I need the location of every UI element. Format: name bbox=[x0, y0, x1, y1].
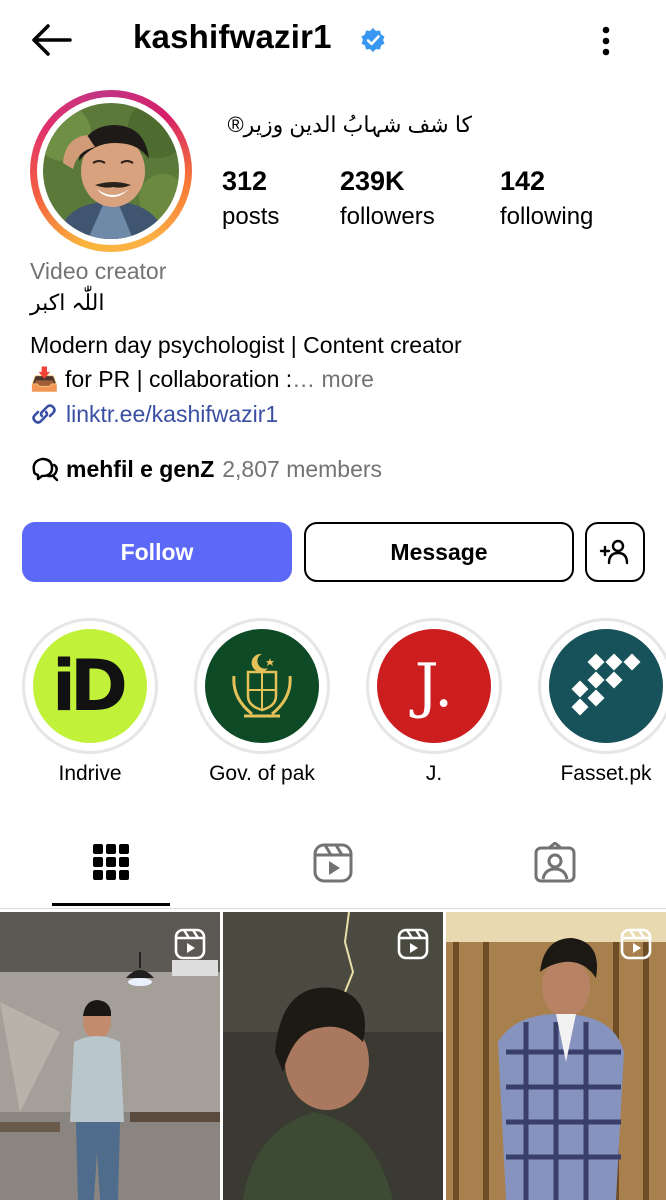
highlight-gov-of-pak[interactable] bbox=[194, 618, 330, 754]
following-count: 142 bbox=[500, 166, 546, 196]
followers-label: followers bbox=[340, 203, 435, 230]
indrive-logo: iD bbox=[33, 629, 147, 743]
post-thumbnail[interactable] bbox=[0, 912, 220, 1200]
link-icon bbox=[32, 404, 56, 424]
top-bar: kashifwazir1 bbox=[0, 0, 666, 82]
add-person-icon bbox=[599, 539, 629, 565]
bio-line-2-text: for PR | collaboration : bbox=[58, 366, 293, 392]
bio-line-1: Modern day psychologist | Content creato… bbox=[30, 332, 462, 358]
profile-category: Video creator bbox=[30, 258, 167, 284]
bio-link[interactable]: linktr.ee/kashifwazir1 bbox=[30, 400, 278, 428]
following-label: following bbox=[500, 203, 594, 230]
reel-icon bbox=[397, 928, 429, 960]
reel-icon bbox=[174, 928, 206, 960]
follow-button[interactable]: Follow bbox=[22, 522, 292, 582]
highlight-label: J. bbox=[425, 762, 443, 785]
more-vertical-icon[interactable] bbox=[592, 22, 620, 60]
highlight-label: Fasset.pk bbox=[560, 762, 652, 785]
channel-members: 2,807 members bbox=[222, 455, 383, 482]
bio-arabic-line: اللّٰہ اکبر bbox=[30, 290, 105, 315]
inbox-tray-emoji: 📥 bbox=[30, 366, 59, 392]
message-button[interactable]: Message bbox=[304, 522, 574, 582]
verified-badge-icon bbox=[360, 27, 386, 53]
avatar[interactable] bbox=[43, 103, 179, 239]
highlight-label: Gov. of pak bbox=[209, 762, 315, 785]
highlight-fasset[interactable] bbox=[538, 618, 666, 754]
bio-line-2: 📥 for PR | collaboration :… more bbox=[30, 366, 374, 393]
post-thumbnail[interactable] bbox=[223, 912, 443, 1200]
followers-count: 239K bbox=[340, 166, 405, 196]
profile-username: kashifwazir1 bbox=[133, 18, 332, 55]
highlight-indrive[interactable]: iD bbox=[22, 618, 158, 754]
add-person-button[interactable] bbox=[585, 522, 645, 582]
broadcast-channel[interactable]: mehfil e genZ 2,807 members bbox=[30, 455, 382, 483]
grid-icon[interactable] bbox=[91, 842, 131, 887]
posts-label: posts bbox=[222, 203, 280, 230]
bio-link-text: linktr.ee/kashifwazir1 bbox=[66, 400, 279, 427]
highlight-j[interactable]: J. bbox=[366, 618, 502, 754]
posts-count: 312 bbox=[222, 166, 268, 196]
following-stat[interactable]: 142 following bbox=[500, 166, 593, 231]
highlight-label: Indrive bbox=[58, 762, 122, 785]
followers-stat[interactable]: 239K followers bbox=[340, 166, 435, 231]
profile-tabs bbox=[0, 828, 666, 909]
tagged-icon[interactable] bbox=[533, 841, 577, 889]
fasset-logo bbox=[549, 629, 663, 743]
reel-icon bbox=[620, 928, 652, 960]
arrow-left-icon[interactable] bbox=[26, 20, 78, 60]
active-tab-indicator bbox=[52, 903, 170, 906]
post-thumbnail[interactable] bbox=[446, 912, 666, 1200]
chat-bubbles-icon bbox=[32, 457, 59, 482]
j-logo: J. bbox=[377, 629, 491, 743]
pakistan-emblem-icon bbox=[205, 629, 319, 743]
bio-more-link[interactable]: … more bbox=[292, 366, 374, 392]
posts-stat[interactable]: 312 posts bbox=[222, 166, 279, 231]
channel-name: mehfil e genZ bbox=[66, 455, 215, 482]
reels-icon[interactable] bbox=[312, 842, 354, 889]
profile-full-name: کا شف شہابُ الدین وزیر® bbox=[227, 112, 472, 137]
